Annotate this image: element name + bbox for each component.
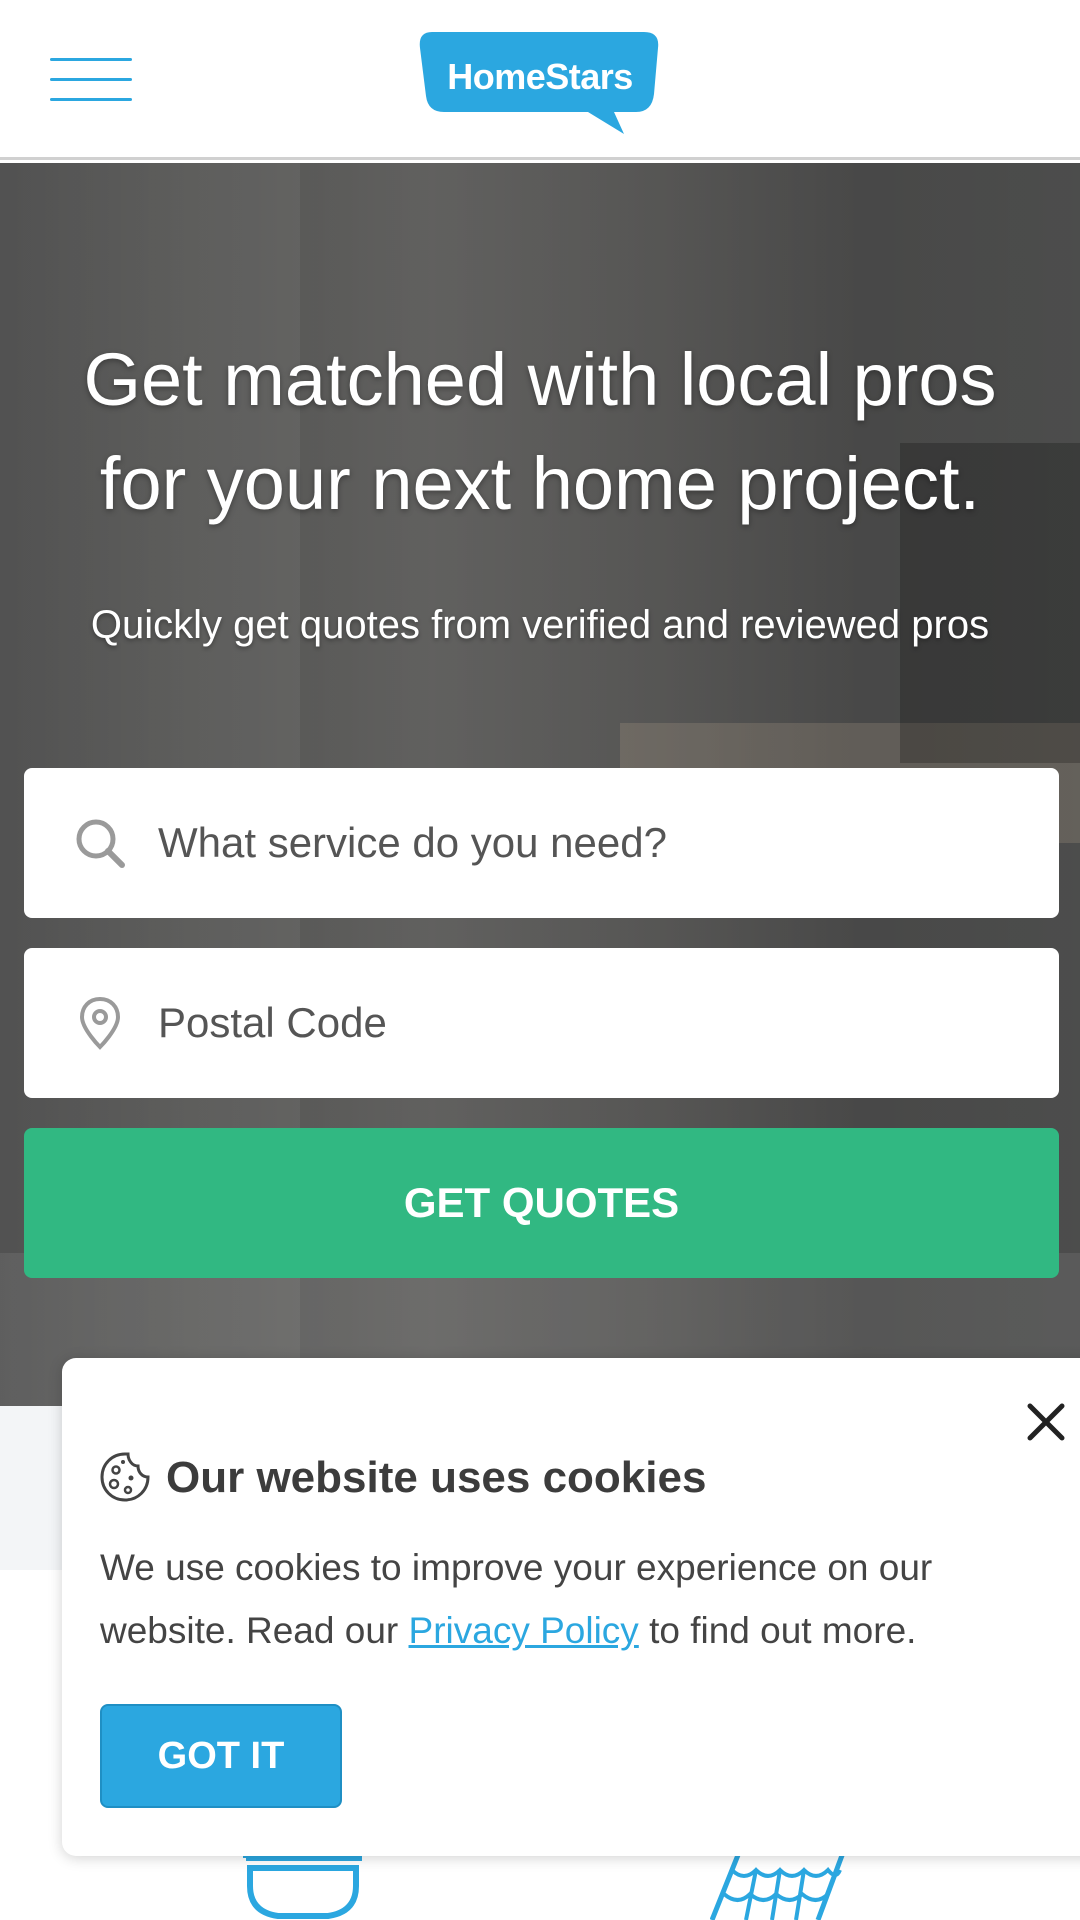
cookie-message: We use cookies to improve your experienc… bbox=[100, 1536, 1060, 1662]
hero-section: Get matched with local pros for your nex… bbox=[0, 163, 1080, 1406]
hero-title-line1: Get matched with local pros bbox=[83, 338, 997, 421]
got-it-button[interactable]: GOT IT bbox=[100, 1704, 342, 1808]
postal-field[interactable] bbox=[24, 948, 1059, 1098]
close-icon[interactable] bbox=[1022, 1398, 1070, 1446]
homestars-logo[interactable]: HomeStars bbox=[418, 30, 662, 136]
page: HomeStars Get matched with local pros fo… bbox=[0, 0, 1080, 1920]
location-pin-icon bbox=[79, 996, 121, 1050]
logo-text: HomeStars bbox=[447, 56, 633, 97]
search-icon bbox=[76, 819, 125, 868]
cookie-icon bbox=[100, 1452, 150, 1502]
bathtub-icon[interactable] bbox=[232, 1850, 364, 1920]
privacy-policy-link[interactable]: Privacy Policy bbox=[409, 1610, 639, 1651]
hero-title: Get matched with local pros for your nex… bbox=[20, 328, 1060, 536]
roof-icon[interactable] bbox=[710, 1850, 846, 1920]
cookie-title: Our website uses cookies bbox=[166, 1453, 707, 1502]
hero-subtitle: Quickly get quotes from verified and rev… bbox=[90, 603, 990, 647]
hero-title-line2: for your next home project. bbox=[99, 442, 981, 525]
top-header: HomeStars bbox=[0, 0, 1080, 160]
service-field[interactable] bbox=[24, 768, 1059, 918]
service-input[interactable] bbox=[158, 798, 1018, 888]
get-quotes-button[interactable]: GET QUOTES bbox=[24, 1128, 1059, 1278]
cookie-text-after: to find out more. bbox=[638, 1610, 917, 1651]
cookie-banner: Our website uses cookies We use cookies … bbox=[62, 1358, 1080, 1856]
postal-code-input[interactable] bbox=[158, 978, 1018, 1068]
hamburger-menu-icon[interactable] bbox=[50, 56, 134, 104]
